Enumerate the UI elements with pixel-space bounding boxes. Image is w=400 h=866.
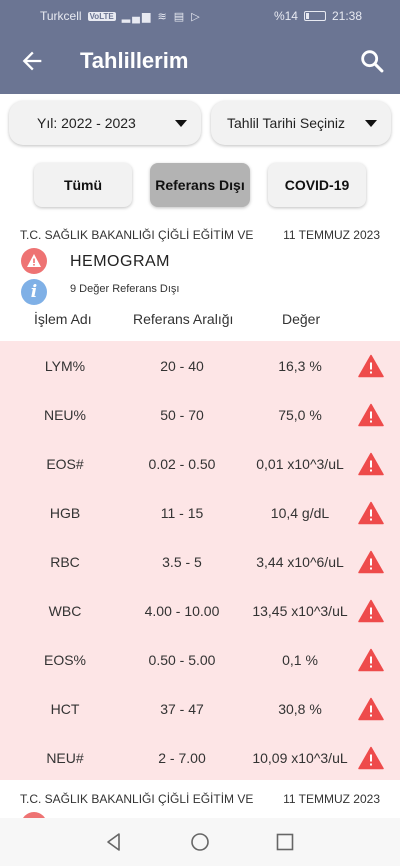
warning-triangle-icon [358,648,384,672]
system-nav-bar [0,818,400,866]
back-arrow-icon[interactable] [18,47,46,75]
row-test-name: EOS% [43,652,86,668]
row-value: 30,8 % [278,701,322,717]
column-header-name: İşlem Adı [34,311,92,327]
row-test-name: HGB [49,505,81,521]
row-test-name: WBC [48,603,82,619]
table-row: EOS# 0.02 - 0.50 0,01 x10^3/uL [0,439,400,488]
warning-triangle-icon [358,550,384,574]
date-select-label: Tahlil Tarihi Seçiniz [227,115,346,131]
row-value: 0,1 % [282,652,318,668]
nav-home-icon[interactable] [190,832,210,852]
tab-covid[interactable]: COVID-19 [268,163,366,207]
tab-bar: Tümü Referans Dışı COVID-19 [34,163,366,207]
row-reference-range: 0.02 - 0.50 [148,456,216,472]
table-row: HCT 37 - 47 30,8 % [0,684,400,733]
column-header-value: Değer [282,311,321,327]
row-reference-range: 11 - 15 [160,505,204,521]
table-row: NEU% 50 - 70 75,0 % [0,390,400,439]
warning-triangle-icon [358,501,384,525]
chevron-down-icon [175,119,187,127]
row-value: 10,4 g/dL [270,505,330,521]
signal-wifi-icons: ▂▄▆ ≋ ▤ ▷ [121,10,202,23]
alert-icon [21,248,47,274]
app-bar: Tahlillerim [0,30,400,94]
year-select[interactable]: Yıl: 2022 - 2023 [9,101,201,145]
row-reference-range: 50 - 70 [160,407,204,423]
warning-triangle-icon [358,746,384,770]
row-reference-range: 0.50 - 5.00 [148,652,216,668]
table-row: NEU# 2 - 7.00 10,09 x10^3/uL [0,733,400,782]
nav-back-icon[interactable] [104,832,124,852]
table-row: HGB 11 - 15 10,4 g/dL [0,488,400,537]
battery-percent: %14 [273,9,298,23]
status-left: Turkcell VoLTE ▂▄▆ ≋ ▤ ▷ [40,9,202,23]
row-value: 10,09 x10^3/uL [252,750,348,766]
row-reference-range: 2 - 7.00 [158,750,206,766]
row-value: 3,44 x10^6/uL [256,554,344,570]
result-date: 11 TEMMUZ 2023 [283,228,380,242]
row-value: 75,0 % [278,407,322,423]
next-hospital-name: T.C. SAĞLIK BAKANLIĞI ÇİĞLİ EĞİTİM VE [20,792,254,806]
chevron-down-icon [365,119,377,127]
row-test-name: EOS# [46,456,84,472]
row-value: 16,3 % [278,358,322,374]
tab-all[interactable]: Tümü [34,163,132,207]
test-name[interactable]: HEMOGRAM [70,253,170,271]
hospital-name: T.C. SAĞLIK BAKANLIĞI ÇİĞLİ EĞİTİM VE [20,228,254,242]
warning-triangle-icon [358,403,384,427]
row-test-name: RBC [50,554,80,570]
battery-icon [303,11,326,21]
nav-recents-icon[interactable] [275,832,295,852]
row-reference-range: 3.5 - 5 [162,554,202,570]
warning-triangle-icon [358,599,384,623]
status-right: %14 21:38 [274,9,362,23]
row-test-name: NEU% [43,407,86,423]
search-icon[interactable] [358,47,386,75]
row-test-name: NEU# [46,750,84,766]
clock: 21:38 [331,9,362,23]
status-bar: Turkcell VoLTE ▂▄▆ ≋ ▤ ▷ %14 21:38 [0,0,400,30]
row-test-name: LYM% [44,358,86,374]
table-row: EOS% 0.50 - 5.00 0,1 % [0,635,400,684]
table-row: RBC 3.5 - 5 3,44 x10^6/uL [0,537,400,586]
row-reference-range: 20 - 40 [160,358,204,374]
row-value: 0,01 x10^3/uL [256,456,344,472]
row-reference-range: 4.00 - 10.00 [144,603,220,619]
row-test-name: HCT [50,701,80,717]
warning-triangle-icon [358,697,384,721]
warning-triangle-icon [358,354,384,378]
next-result-date: 11 TEMMUZ 2023 [283,792,380,806]
table-row: LYM% 20 - 40 16,3 % [0,341,400,390]
date-select[interactable]: Tahlil Tarihi Seçiniz [211,101,391,145]
tab-out-of-range[interactable]: Referans Dışı [150,163,250,207]
year-select-label: Yıl: 2022 - 2023 [37,115,136,131]
carrier-name: Turkcell [40,9,82,23]
row-reference-range: 37 - 47 [160,701,204,717]
volte-badge: VoLTE [87,11,116,21]
warning-triangle-icon [358,452,384,476]
page-title: Tahlillerim [80,48,189,73]
out-of-range-count: 9 Değer Referans Dışı [70,283,180,295]
table-row: WBC 4.00 - 10.00 13,45 x10^3/uL [0,586,400,635]
filter-row: Yıl: 2022 - 2023 Tahlil Tarihi Seçiniz [9,101,391,145]
column-header-range: Referans Aralığı [133,311,234,327]
row-value: 13,45 x10^3/uL [252,603,348,619]
results-table: LYM% 20 - 40 16,3 % NEU% 50 - 70 75,0 % … [0,341,400,780]
info-icon[interactable]: i [21,279,47,305]
